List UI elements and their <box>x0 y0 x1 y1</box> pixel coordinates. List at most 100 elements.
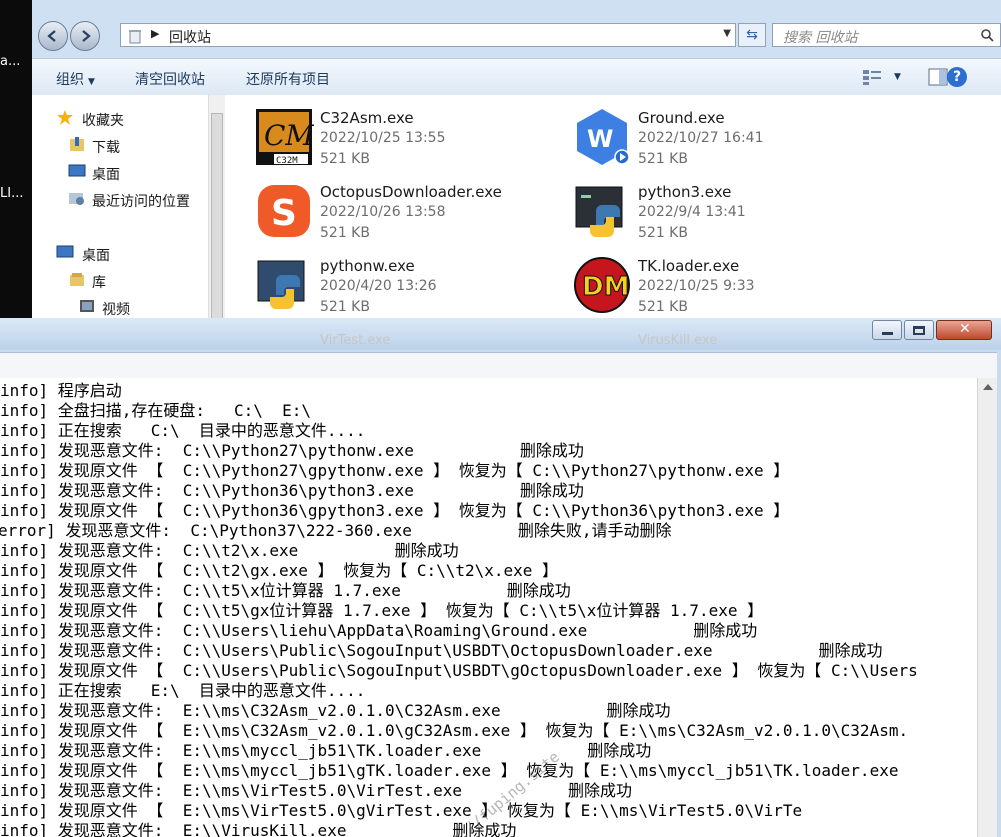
refresh-icon: ⇆ <box>746 27 758 43</box>
log-line: info] 发现恶意文件: E:\\VirusKill.exe 删除成功 <box>0 821 517 837</box>
desktop-background <box>0 0 34 320</box>
python-icon <box>257 260 305 309</box>
svg-text:C32M: C32M <box>276 156 298 166</box>
scroll-up-icon[interactable] <box>983 384 993 390</box>
file-item[interactable]: pythonw.exe 2020/4/20 13:26 521 KB <box>254 255 554 321</box>
log-line: info] 发现原文件 【 E:\\ms\VirTest5.0\gVirTest… <box>0 801 803 820</box>
minimize-icon <box>882 332 893 335</box>
console-menu-bar <box>0 352 997 379</box>
desktop-icon <box>68 164 86 177</box>
minimize-button[interactable] <box>872 320 902 340</box>
partial-file-name: VirusKill.exe <box>638 333 718 348</box>
log-line: info] 发现原文件 【 C:\\t5\gx位计算器 1.7.exe 】 恢复… <box>0 601 764 620</box>
maximize-button[interactable] <box>904 320 934 340</box>
python-icon <box>575 186 623 237</box>
preview-pane-icon[interactable] <box>928 68 948 86</box>
file-date: 2022/10/27 16:41 <box>638 130 764 146</box>
log-line: info] 发现原文件 【 C:\\Python27\gpythonw.exe … <box>0 461 790 480</box>
console-output: info] 程序启动 info] 全盘扫描,存在硬盘: C:\ E:\ info] … <box>0 378 977 837</box>
file-name: pythonw.exe <box>320 257 415 275</box>
partial-file-name: VirTest.exe <box>320 333 391 348</box>
breadcrumb-chevron-icon[interactable]: ▶ <box>151 27 159 40</box>
console-title-bar[interactable]: ✕ <box>0 318 1001 350</box>
svg-text:W: W <box>587 125 613 153</box>
scrollbar-thumb[interactable] <box>211 113 223 322</box>
file-date: 2022/10/26 13:58 <box>320 204 446 220</box>
log-line: info] 正在搜索 C:\ 目录中的恶意文件.... <box>0 421 366 440</box>
file-size: 521 KB <box>320 151 370 167</box>
file-name: OctopusDownloader.exe <box>320 183 502 201</box>
file-item[interactable]: CM C32M C32Asm.exe 2022/10/25 13:55 521 … <box>254 107 554 173</box>
restore-all-button[interactable]: 还原所有项目 <box>246 69 330 89</box>
console-window: ✕ info] 程序启动 info] 全盘扫描,存在硬盘: C:\ E:\ info… <box>0 318 1001 837</box>
view-options-icon[interactable] <box>862 68 884 86</box>
file-item[interactable]: S OctopusDownloader.exe 2022/10/26 13:58… <box>254 181 554 247</box>
desktop-icon-label[interactable]: LI... <box>0 186 23 201</box>
console-scrollbar[interactable] <box>977 378 997 837</box>
nav-item-libraries[interactable]: 库 <box>92 272 106 292</box>
libraries-icon <box>70 273 84 286</box>
file-name: TK.loader.exe <box>638 257 740 275</box>
log-line: info] 发现恶意文件: E:\\ms\C32Asm_v2.0.1.0\C32… <box>0 701 671 720</box>
search-input[interactable]: 搜索 回收站 <box>772 23 1001 47</box>
nav-item-recent[interactable]: 最近访问的位置 <box>92 191 190 211</box>
caret-down-icon: ▼ <box>88 77 95 87</box>
file-date: 2020/4/20 13:26 <box>320 278 437 294</box>
tk-loader-icon: DM <box>574 257 630 313</box>
address-bar[interactable]: ▶ 回收站 ▼ <box>120 23 736 47</box>
address-dropdown-icon[interactable]: ▼ <box>723 28 731 39</box>
recent-places-icon <box>69 193 84 205</box>
organize-menu[interactable]: 组织 ▼ <box>56 69 95 89</box>
forward-button[interactable] <box>70 21 100 51</box>
organize-label: 组织 <box>56 72 84 88</box>
log-line: info] 发现原文件 【 E:\\ms\myccl_jb51\gTK.load… <box>0 761 899 780</box>
view-dropdown-icon[interactable]: ▼ <box>894 72 901 82</box>
log-line: error] 发现恶意文件: C:\Python37\222-360.exe 删… <box>0 521 672 540</box>
log-line: info] 发现恶意文件: C:\\Python36\python3.exe 删… <box>0 481 584 500</box>
back-button[interactable] <box>38 21 68 51</box>
help-icon[interactable]: ? <box>947 67 967 87</box>
file-name: Ground.exe <box>638 109 725 127</box>
file-item[interactable]: W Ground.exe 2022/10/27 16:41 521 KB <box>572 107 872 173</box>
nav-item-desktop-favorite[interactable]: 桌面 <box>92 164 120 184</box>
arrow-right-icon <box>82 30 91 42</box>
log-line: info] 发现恶意文件: C:\\t2\x.exe 删除成功 <box>0 541 459 560</box>
file-date: 2022/10/25 9:33 <box>638 278 755 294</box>
log-line: info] 程序启动 <box>0 381 122 400</box>
search-placeholder: 搜索 回收站 <box>783 30 858 46</box>
log-line: info] 发现原文件 【 C:\\Users\Public\SogouInpu… <box>0 661 918 680</box>
file-date: 2022/9/4 13:41 <box>638 204 746 220</box>
nav-item-desktop[interactable]: 桌面 <box>82 245 110 265</box>
svg-text:CM: CM <box>264 119 314 152</box>
file-size: 521 KB <box>638 225 688 241</box>
refresh-button[interactable]: ⇆ <box>738 23 766 47</box>
svg-text:S: S <box>271 193 297 234</box>
log-line: info] 发现恶意文件: C:\\Users\liehu\AppData\Ro… <box>0 621 758 640</box>
empty-recycle-bin-button[interactable]: 清空回收站 <box>135 69 205 89</box>
nav-item-videos[interactable]: 视频 <box>102 299 130 319</box>
svg-text:DM: DM <box>582 272 629 302</box>
file-size: 521 KB <box>638 299 688 315</box>
file-name: python3.exe <box>638 183 732 201</box>
log-line: info] 发现原文件 【 C:\\Python36\gpython3.exe … <box>0 501 790 520</box>
c32asm-icon: CM C32M <box>256 109 314 166</box>
file-item[interactable]: DM TK.loader.exe 2022/10/25 9:33 521 KB <box>572 255 872 321</box>
address-text: 回收站 <box>169 30 211 46</box>
explorer-window: ▶ 回收站 ▼ ⇆ 搜索 回收站 组织 ▼ 清空回收站 还原所有项目 ▼ ? 收藏… <box>32 0 1001 322</box>
log-line: info] 发现恶意文件: C:\\t5\x位计算器 1.7.exe 删除成功 <box>0 581 571 600</box>
file-list: CM C32M C32Asm.exe 2022/10/25 13:55 521 … <box>230 95 1001 322</box>
close-button[interactable]: ✕ <box>936 320 992 340</box>
nav-pane-scrollbar[interactable] <box>208 95 225 322</box>
favorites-star-icon <box>57 110 73 125</box>
log-line: info] 正在搜索 E:\ 目录中的恶意文件.... <box>0 681 366 700</box>
maximize-icon <box>913 326 925 335</box>
desktop-icon-label[interactable]: a... <box>0 54 20 69</box>
nav-item-downloads[interactable]: 下载 <box>92 137 120 157</box>
nav-item-favorites[interactable]: 收藏夹 <box>82 110 124 130</box>
log-line: info] 发现恶意文件: C:\\Users\Public\SogouInpu… <box>0 641 883 660</box>
file-item[interactable]: python3.exe 2022/9/4 13:41 521 KB <box>572 181 872 247</box>
file-size: 521 KB <box>638 151 688 167</box>
log-line: info] 全盘扫描,存在硬盘: C:\ E:\ <box>0 401 312 420</box>
file-name: C32Asm.exe <box>320 109 414 127</box>
file-size: 521 KB <box>320 299 370 315</box>
